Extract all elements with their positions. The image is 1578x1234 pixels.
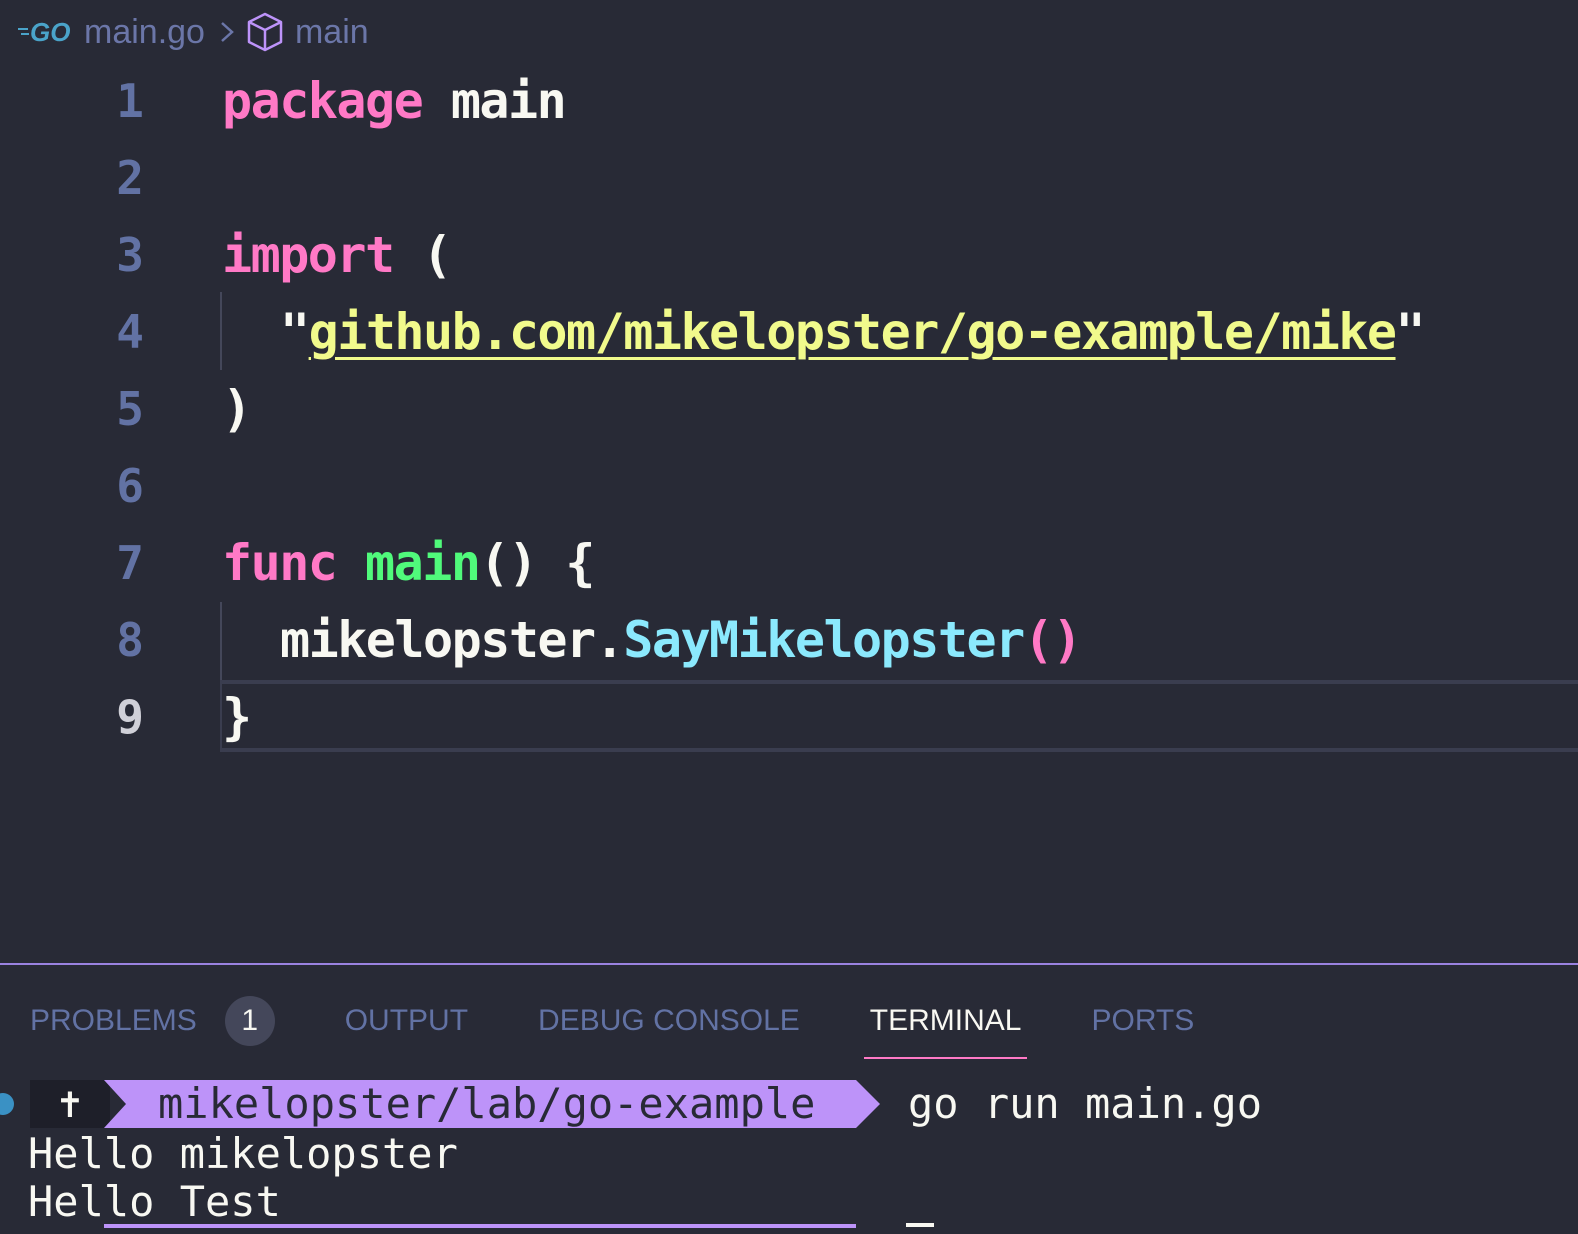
prompt-symbol: ✝ — [30, 1080, 110, 1128]
breadcrumb-symbol[interactable]: main — [295, 13, 369, 52]
go-file-icon: GO — [18, 19, 72, 45]
code-text: func main() { — [222, 533, 595, 592]
line-number: 5 — [116, 381, 144, 436]
line-number: 1 — [116, 73, 144, 128]
chevron-right-icon — [219, 19, 235, 45]
tab-output[interactable]: OUTPUT — [345, 993, 468, 1049]
tab-ports[interactable]: PORTS — [1091, 993, 1194, 1049]
code-line[interactable]: 4 "github.com/mikelopster/go-example/mik… — [0, 293, 1578, 370]
panel-tabs: PROBLEMS 1 OUTPUT DEBUG CONSOLE TERMINAL… — [30, 993, 1264, 1059]
breadcrumb-file[interactable]: main.go — [84, 13, 205, 52]
terminal-prompt[interactable]: ✝ mikelopster/lab/go-example go run main… — [0, 1078, 1578, 1128]
line-number: 4 — [116, 304, 144, 359]
line-number: 2 — [116, 150, 144, 205]
code-line-active[interactable]: 9 } — [0, 678, 1578, 755]
code-text: import ( — [222, 225, 452, 284]
terminal-output-line: Hello Test — [28, 1177, 281, 1226]
line-number: 6 — [116, 458, 144, 513]
breadcrumb: GO main.go main — [18, 8, 369, 56]
code-line[interactable]: 8 mikelopster.SayMikelopster() — [0, 601, 1578, 678]
code-line[interactable]: 2 — [0, 139, 1578, 216]
prompt-path-segment — [104, 1224, 856, 1228]
code-line[interactable]: 5 ) — [0, 370, 1578, 447]
code-line[interactable]: 1 package main — [0, 62, 1578, 139]
import-path[interactable]: "github.com/mikelopster/go-example/mike" — [280, 303, 1426, 361]
tab-terminal[interactable]: TERMINAL — [863, 993, 1028, 1059]
code-line[interactable]: 3 import ( — [0, 216, 1578, 293]
tab-problems[interactable]: PROBLEMS 1 — [30, 993, 275, 1049]
package-cube-icon — [247, 12, 283, 52]
line-number: 3 — [116, 227, 144, 282]
code-line[interactable]: 6 — [0, 447, 1578, 524]
bottom-panel: PROBLEMS 1 OUTPUT DEBUG CONSOLE TERMINAL… — [0, 963, 1578, 1234]
prompt-path: mikelopster/lab/go-example — [158, 1079, 816, 1128]
problems-count-badge: 1 — [224, 996, 275, 1046]
terminal-command: go run main.go — [908, 1079, 1263, 1128]
code-text: } — [222, 687, 252, 746]
command-status-dot-icon[interactable] — [0, 1093, 14, 1115]
tab-debug-console[interactable]: DEBUG CONSOLE — [538, 993, 800, 1049]
code-text: mikelopster.SayMikelopster() — [280, 610, 1082, 669]
line-number: 8 — [116, 612, 144, 667]
code-text: package main — [222, 71, 567, 130]
vscode-window: GO main.go main 1 package main 2 3 impor… — [0, 0, 1578, 1234]
terminal-cursor — [906, 1223, 934, 1227]
line-number: 7 — [116, 535, 144, 590]
code-editor[interactable]: 1 package main 2 3 import ( 4 "github.co… — [0, 62, 1578, 922]
code-line[interactable]: 7 func main() { — [0, 524, 1578, 601]
svg-text:GO: GO — [30, 19, 70, 45]
code-text: ) — [222, 379, 252, 438]
terminal-output-line: Hello mikelopster — [28, 1129, 458, 1178]
line-number: 9 — [116, 689, 144, 744]
